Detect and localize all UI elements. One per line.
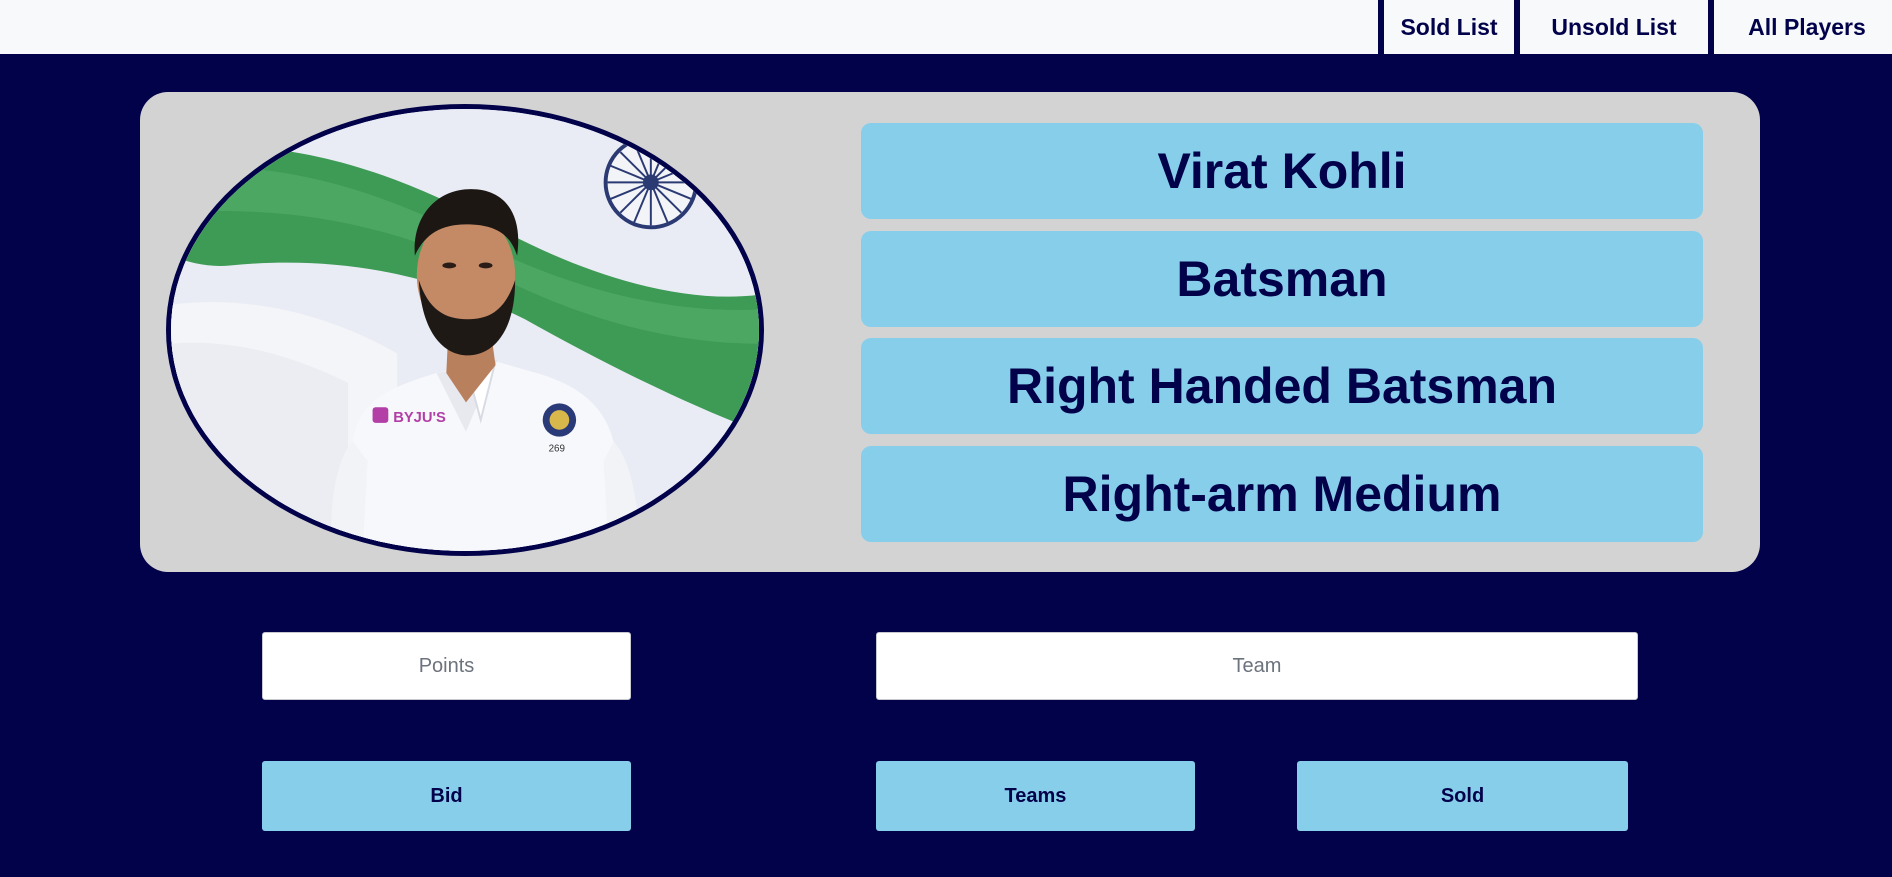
points-input[interactable] (262, 632, 631, 700)
nav-links: Sold List Unsold List All Players (1378, 0, 1892, 54)
bid-button[interactable]: Bid (262, 761, 631, 831)
player-bowling-style: Right-arm Medium (861, 446, 1703, 542)
nav-unsold-list[interactable]: Unsold List (1514, 0, 1708, 54)
player-batting-style: Right Handed Batsman (861, 338, 1703, 434)
player-photo-image: BYJU'S 269 (171, 109, 759, 551)
sold-button[interactable]: Sold (1297, 761, 1628, 831)
top-navbar: Sold List Unsold List All Players (0, 0, 1892, 54)
team-input[interactable] (876, 632, 1638, 700)
sponsor-text: BYJU'S (393, 410, 446, 426)
player-name: Virat Kohli (861, 123, 1703, 219)
player-card: BYJU'S 269 Virat Kohli Batsman Right Han… (140, 92, 1760, 572)
crest-number: 269 (549, 443, 565, 454)
player-photo: BYJU'S 269 (166, 104, 764, 556)
nav-all-players[interactable]: All Players (1708, 0, 1892, 54)
player-role: Batsman (861, 231, 1703, 327)
teams-button[interactable]: Teams (876, 761, 1195, 831)
nav-sold-list[interactable]: Sold List (1378, 0, 1514, 54)
